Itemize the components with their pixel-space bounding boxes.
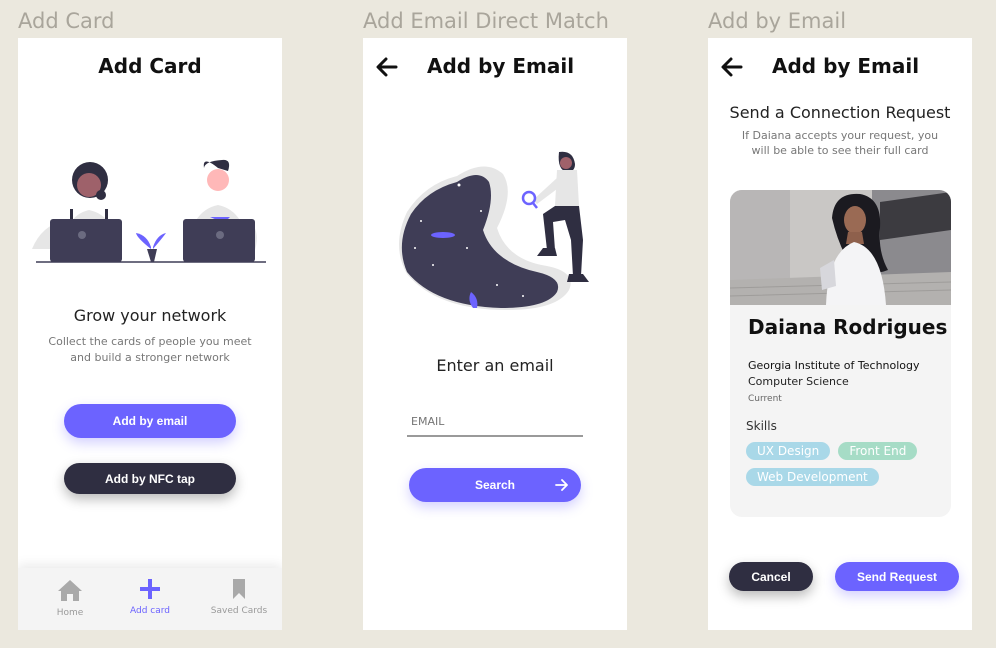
skills-list: UX Design Front End Web Development [746, 440, 946, 492]
tab-home[interactable]: Home [30, 578, 110, 618]
profile-name: Daiana Rodrigues [748, 315, 948, 339]
send-request-button[interactable]: Send Request [835, 562, 959, 591]
back-arrow-icon[interactable] [375, 56, 399, 78]
profile-photo [730, 190, 951, 305]
grow-network-heading: Grow your network [73, 306, 227, 325]
profile-status: Current [748, 394, 782, 404]
cancel-button[interactable]: Cancel [729, 562, 813, 591]
add-by-nfc-button[interactable]: Add by NFC tap [64, 463, 236, 494]
request-description-line-1: If Daiana accepts your request, you [741, 129, 939, 142]
back-arrow-icon[interactable] [720, 56, 744, 78]
skill-chip: Front End [838, 442, 918, 460]
plus-icon [140, 579, 160, 599]
tab-saved-cards-label: Saved Cards [210, 606, 268, 616]
skills-label: Skills [746, 419, 777, 433]
request-description-line-2: will be able to see their full card [751, 144, 929, 157]
home-icon [58, 580, 82, 601]
frame-label-add-email-direct-match: Add Email Direct Match [363, 9, 609, 33]
skill-chip: UX Design [746, 442, 831, 460]
search-button-label: Search [474, 478, 516, 492]
email-input[interactable] [407, 415, 577, 428]
email-field[interactable] [407, 410, 583, 437]
skill-chip: Web Development [746, 468, 879, 486]
add-by-email-request-screen: Add by Email Send a Connection Request I… [708, 38, 972, 630]
tab-home-label: Home [56, 608, 84, 618]
page-title: Add by Email [772, 54, 920, 78]
add-email-direct-match-screen: Add by Email Enter an email Search [363, 38, 627, 630]
add-by-email-button[interactable]: Add by email [64, 404, 236, 438]
search-button[interactable]: Search [409, 468, 581, 502]
page-title: Add by Email [427, 54, 575, 78]
connection-request-heading: Send a Connection Request [729, 103, 951, 122]
profile-major: Computer Science [748, 375, 849, 388]
profile-school: Georgia Institute of Technology [748, 359, 920, 372]
people-with-laptops-illustration [32, 159, 266, 263]
tab-saved-cards[interactable]: Saved Cards [199, 578, 279, 616]
description-line-2: and build a stronger network [70, 351, 230, 364]
arrow-right-icon [555, 479, 568, 491]
add-card-screen: Add Card Grow your network Collect the c… [18, 38, 282, 630]
frame-label-add-card: Add Card [18, 9, 115, 33]
search-space-illustration [399, 151, 589, 310]
tab-add-card-label: Add card [129, 606, 170, 616]
frame-label-add-by-email: Add by Email [708, 9, 847, 33]
bottom-tab-bar: Home Add card Saved Cards [18, 568, 282, 630]
bookmark-icon [233, 579, 245, 599]
enter-email-heading: Enter an email [436, 356, 554, 375]
profile-card: Daiana Rodrigues Georgia Institute of Te… [730, 190, 951, 517]
tab-add-card[interactable]: Add card [110, 578, 190, 616]
description-line-1: Collect the cards of people you meet [48, 335, 252, 348]
page-title: Add Card [98, 54, 202, 78]
